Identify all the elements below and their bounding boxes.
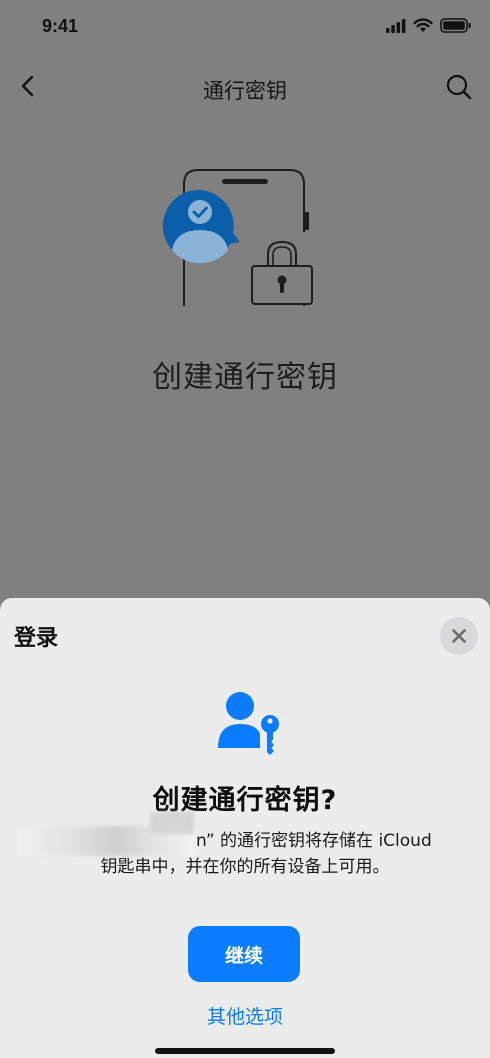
passkey-illustration xyxy=(162,169,313,306)
battery-icon xyxy=(440,18,471,33)
sheet-description: n” 的通行密钥将存储在 iCloud 钥匙串中，并在你的所有设备上可用。 xyxy=(0,812,490,888)
hero-title: 创建通行密钥 xyxy=(152,360,338,395)
cellular-signal-icon xyxy=(386,18,406,33)
close-button[interactable] xyxy=(440,617,478,655)
status-time: 9:41 xyxy=(42,16,79,36)
description-line-1: n” 的通行密钥将存储在 iCloud xyxy=(196,831,432,851)
status-icons xyxy=(386,18,472,33)
person-key-icon xyxy=(218,692,279,755)
description-line-2: 钥匙串中，并在你的所有设备上可用。 xyxy=(100,857,390,877)
wifi-icon xyxy=(413,18,433,32)
home-indicator xyxy=(155,1048,335,1054)
nav-bar: 通行密钥 xyxy=(0,62,490,114)
search-icon[interactable] xyxy=(444,72,474,102)
continue-button[interactable]: 继续 xyxy=(188,926,300,982)
nav-title: 通行密钥 xyxy=(203,79,287,103)
sheet-title: 登录 xyxy=(14,626,59,651)
sheet-heading: 创建通行密钥? xyxy=(152,785,338,816)
redacted-domain-fragment xyxy=(150,812,194,834)
passkey-sheet: 登录 创建通行密钥? n” 的通行密钥将存储在 iCloud 钥匙串中，并在你的… xyxy=(0,598,490,1058)
status-bar: 9:41 xyxy=(0,0,490,56)
other-options-link[interactable]: 其他选项 xyxy=(0,1002,490,1029)
close-icon xyxy=(452,629,466,643)
